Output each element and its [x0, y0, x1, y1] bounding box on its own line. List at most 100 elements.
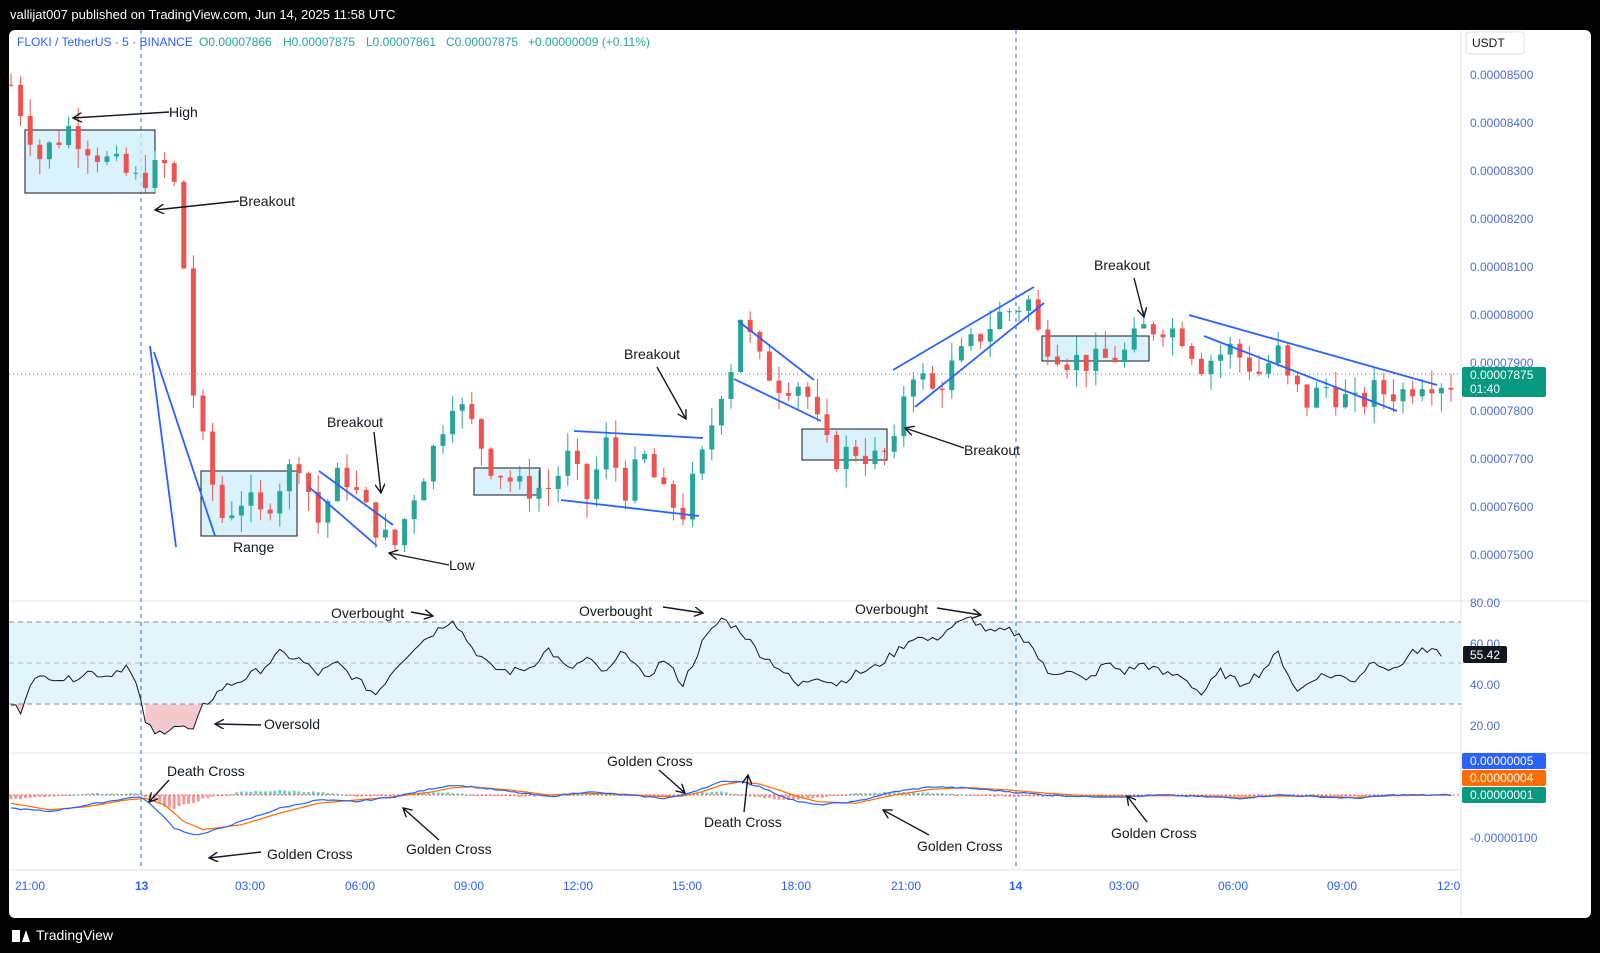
candle-body: [661, 477, 667, 485]
macd-histogram-bar: [979, 795, 983, 796]
candle-body: [891, 436, 897, 452]
macd-histogram-bar: [23, 795, 27, 798]
candle-body: [1016, 310, 1022, 312]
macd-histogram-bar: [254, 791, 258, 795]
candle-body: [939, 388, 945, 391]
macd-histogram-bar: [57, 795, 61, 797]
macd-histogram-bar: [739, 794, 743, 796]
macd-histogram-bar: [921, 792, 925, 795]
time-label-0: 21:00: [15, 879, 45, 893]
price-tick-3: 0.00008200: [1470, 212, 1534, 226]
footer-brand[interactable]: TradingView: [36, 918, 113, 953]
rsi-oversold-fill: [11, 704, 203, 735]
macd-histogram-bar: [753, 795, 757, 798]
trendline-range-bottom[interactable]: [560, 499, 700, 517]
macd-histogram-bar: [326, 793, 330, 795]
histogram-value: 0.00000001: [1470, 788, 1534, 802]
candle-body: [344, 467, 350, 488]
macd-histogram-bar: [815, 795, 819, 798]
candle-body: [373, 502, 379, 538]
macd-histogram-bar: [1003, 795, 1007, 797]
trendline-range-top[interactable]: [573, 430, 704, 439]
macd-histogram-bar: [311, 791, 315, 795]
candle-body: [1410, 389, 1416, 397]
macd-histogram-bar: [76, 794, 80, 796]
chart-frame[interactable]: High Breakout Range Breakout Low Breakou…: [9, 30, 1591, 918]
macd-histogram-bar: [230, 794, 234, 796]
candle-body: [66, 126, 72, 146]
candle-body: [1419, 389, 1425, 397]
label-golden-cross-2: Golden Cross: [406, 841, 492, 857]
arrow-breakout-5: [1133, 277, 1144, 317]
candle-body: [1064, 364, 1070, 371]
label-range: Range: [233, 539, 274, 555]
legend-low: L0.00007861: [366, 35, 436, 49]
candle-body: [1314, 387, 1320, 408]
label-breakout-5: Breakout: [1094, 257, 1150, 273]
candle-body: [882, 450, 888, 452]
macd-histogram-bar: [835, 795, 839, 796]
candle-body: [910, 379, 916, 397]
candle-body: [133, 172, 139, 174]
candle-body: [1323, 387, 1329, 389]
macd-histogram-bar: [916, 793, 920, 795]
candle-body: [901, 396, 907, 437]
time-label-8: 21:00: [891, 879, 921, 893]
candle-body: [997, 311, 1003, 330]
chart-canvas[interactable]: High Breakout Range Breakout Low Breakou…: [9, 30, 1591, 918]
rsi-tick-20: 20.00: [1470, 719, 1500, 733]
candle-body: [1208, 360, 1214, 375]
macd-histogram-bar: [863, 793, 867, 795]
candle-body: [210, 431, 216, 485]
label-low: Low: [449, 557, 476, 573]
price-tick-4: 0.00008100: [1470, 260, 1534, 274]
candle-body: [1150, 324, 1156, 335]
candle-body: [930, 373, 936, 389]
candle-body: [9, 84, 14, 86]
publisher-text: vallijat007 published on TradingView.com…: [10, 7, 396, 22]
candle-body: [776, 380, 782, 393]
currency-label[interactable]: USDT: [1472, 36, 1505, 50]
candle-body: [478, 419, 484, 449]
candle-body: [229, 515, 235, 519]
macd-histogram-bar: [369, 795, 373, 797]
macd-histogram-bar: [1262, 795, 1266, 796]
label-death-cross-1: Death Cross: [167, 763, 245, 779]
candle-body: [968, 334, 974, 347]
candle-body: [1342, 394, 1348, 408]
candle-body: [1381, 380, 1387, 395]
tradingview-logo-icon: [12, 929, 30, 942]
candle-body: [1400, 389, 1406, 402]
candle-body: [594, 469, 600, 500]
time-label-4: 09:00: [454, 879, 484, 893]
consolidation-box-1[interactable]: [24, 129, 156, 194]
macd-histogram-bar: [873, 792, 877, 795]
macd-histogram-bar: [1017, 795, 1021, 797]
candle-body: [1198, 358, 1204, 375]
macd-histogram-bar: [494, 795, 498, 797]
rsi-tick-40: 40.00: [1470, 678, 1500, 692]
macd-histogram-bar: [81, 794, 85, 796]
legend-symbol[interactable]: FLOKI / TetherUS · 5 · BINANCE: [17, 35, 193, 49]
candle-body: [843, 446, 849, 469]
candle-body: [584, 464, 590, 500]
candle-body: [1093, 348, 1099, 371]
macd-histogram-bar: [748, 795, 752, 797]
macd-histogram-bar: [350, 795, 354, 796]
label-breakout-4: Breakout: [964, 442, 1020, 458]
candle-body: [1006, 311, 1012, 313]
arrow-oversold: [215, 724, 262, 725]
label-breakout-3: Breakout: [624, 346, 680, 362]
candle-body: [795, 386, 801, 396]
macd-histogram-bar: [926, 792, 930, 795]
candle-body: [987, 329, 993, 342]
label-breakout-1: Breakout: [239, 193, 295, 209]
macd-histogram-bar: [273, 790, 277, 795]
candle-body: [94, 155, 100, 162]
macd-histogram-bar: [191, 795, 195, 803]
label-high: High: [169, 104, 198, 120]
candle-body: [709, 425, 715, 450]
candle-body: [699, 449, 705, 474]
trendline-channel-2-top[interactable]: [737, 320, 815, 381]
trendline-drop-1[interactable]: [149, 345, 177, 548]
